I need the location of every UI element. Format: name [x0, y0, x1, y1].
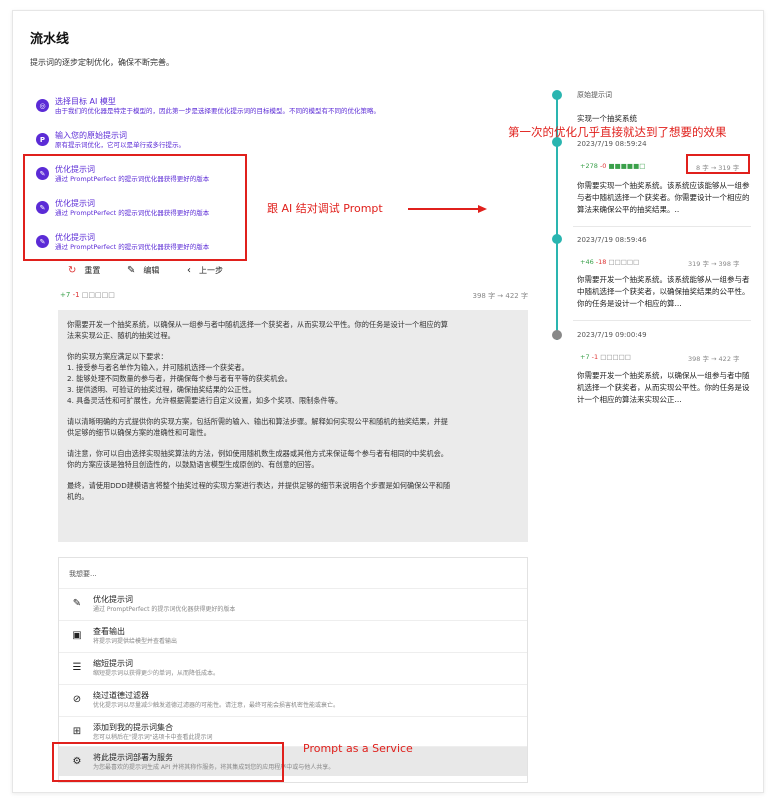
menu-item-view-output[interactable]: ▣ 查看输出 将提示词提供给模型并查看输出: [59, 620, 527, 650]
magic-wand-icon: ✎: [72, 598, 82, 609]
prompt-line: 机的。: [67, 492, 89, 501]
original-prompt-label: 原始提示词: [577, 91, 612, 99]
prev-step-button[interactable]: ‹ 上一步: [187, 265, 223, 276]
menu-item-label: 绕过道德过滤器: [93, 690, 149, 700]
annotation-arrow-head: [478, 205, 487, 213]
collection-icon: ⊞: [72, 726, 82, 737]
step-select-model[interactable]: ◎ 选择目标 AI 模型 由于我们的优化器是特定于模型的，因此第一步是选择要优化提…: [36, 96, 380, 116]
prompt-text-area[interactable]: 你需要开发一个抽奖系统，以确保从一组参与者中随机选择一个获奖者，从而实现公平性。…: [58, 310, 528, 542]
timeline-dot: [552, 234, 562, 244]
menu-item-label: 优化提示词: [93, 594, 133, 604]
page-title: 流水线: [30, 32, 70, 47]
annotation-prompt-as-service: Prompt as a Service: [303, 742, 413, 755]
menu-item-desc: 您可以稍后在"提示词"选项卡中查看此提示词: [93, 733, 213, 741]
prompt-line: 1. 接受参与者名单作为输入，并可随机选择一个获奖者。: [67, 363, 249, 372]
step-desc: 原有提示词优化，它可以是单行或多行提示。: [55, 141, 185, 149]
version-date: 2023/7/19 09:00:49: [577, 331, 647, 339]
removed-count: -1: [72, 291, 80, 299]
version-counts: 398 字 → 422 字: [688, 355, 740, 363]
added-count: +7: [60, 291, 71, 299]
prompt-line: 你的方案应该是独特且创造性的，以鼓励语言模型生成原创的、有创意的回答。: [67, 460, 319, 469]
menu-header: 我想要...: [69, 570, 97, 578]
diff-bar: □□□□□: [600, 353, 631, 361]
annotation-box-optimize-steps: [23, 154, 247, 261]
page-subtitle: 提示词的逐步定制优化，确保不断完善。: [30, 58, 174, 67]
annotation-arrow-line: [408, 208, 480, 210]
char-counts: 398 字 → 422 字: [472, 292, 529, 300]
prompt-paragraph: 请以清晰明确的方式提供你的实现方案，包括所需的输入、输出和算法步骤。解释如何实现…: [67, 416, 519, 438]
original-prompt-text: 实现一个抽奖系统: [577, 114, 637, 123]
prompt-line: 最终，请使用DDD建模语言将整个抽奖过程的实现方案进行表达，并提供足够的细节来说…: [67, 481, 451, 490]
timeline-dot: [552, 330, 562, 340]
prompt-line: 你需要开发一个抽奖系统，以确保从一组参与者中随机选择一个获奖者，从而实现公平性。…: [67, 320, 448, 329]
menu-item-optimize[interactable]: ✎ 优化提示词 通过 PromptPerfect 的提示词优化器获得更好的版本: [59, 588, 527, 618]
removed-count: -18: [595, 258, 607, 266]
chevron-left-icon: ‹: [187, 265, 191, 276]
diff-summary: +7 -1 □□□□□ 398 字 → 422 字: [60, 291, 529, 300]
prev-label: 上一步: [199, 266, 223, 275]
step-title: 选择目标 AI 模型: [55, 97, 116, 106]
p-letter-icon: P: [36, 133, 49, 146]
prompt-line: 请注意，你可以自由选择实现抽奖算法的方法，例如使用随机数生成器或其他方式来保证每…: [67, 449, 448, 458]
step-desc: 由于我们的优化器是特定于模型的，因此第一步是选择要优化提示词的目标模型。不同的模…: [55, 107, 380, 115]
shorten-icon: ☰: [72, 662, 82, 673]
version-stats: +46 -18 □□□□□: [580, 258, 639, 266]
added-count: +7: [580, 353, 590, 361]
diff-bar: ■■■■■□: [608, 162, 646, 170]
added-count: +278: [580, 162, 598, 170]
step-input-prompt[interactable]: P 输入您的原始提示词 原有提示词优化，它可以是单行或多行提示。: [36, 130, 185, 150]
menu-item-label: 缩短提示词: [93, 658, 133, 668]
menu-item-bypass-filter[interactable]: ⊘ 绕过道德过滤器 优化提示词以尽量减少触发道德过滤器的可能性。请注意，最终可能会损…: [59, 684, 527, 714]
prompt-line: 4. 具备灵活性和可扩展性，允许根据需要进行自定义设置，如多个奖项、限制条件等。: [67, 396, 343, 405]
diff-bar: □□□□□: [608, 258, 640, 266]
reset-icon: ↻: [68, 265, 77, 276]
menu-item-desc: 优化提示词以尽量减少触发道德过滤器的可能性。请注意，最终可能会损害机密性能或衰亡…: [93, 701, 340, 709]
prompt-paragraph: 你的实现方案应满足以下要求： 1. 接受参与者名单作为输入，并可随机选择一个获奖者…: [67, 351, 519, 406]
prompt-line: 你的实现方案应满足以下要求：: [67, 352, 168, 361]
version-date: 2023/7/19 08:59:24: [577, 140, 647, 148]
prompt-line: 供足够的细节以确保方案的准确性和可靠性。: [67, 428, 211, 437]
prompt-paragraph: 请注意，你可以自由选择实现抽奖算法的方法，例如使用随机数生成器或其他方式来保证每…: [67, 448, 519, 470]
menu-item-desc: 缩短提示词以获得更少的单词，从而降低成本。: [93, 669, 220, 677]
menu-item-label: 查看输出: [93, 626, 125, 636]
reset-label: 重置: [84, 266, 101, 275]
menu-item-desc: 通过 PromptPerfect 的提示词优化器获得更好的版本: [93, 605, 236, 613]
bypass-filter-icon: ⊘: [72, 694, 82, 705]
pencil-icon: ✎: [127, 265, 136, 276]
prompt-line: 3. 提供透明、可验证的抽奖过程，确保抽奖结果的公正性。: [67, 385, 256, 394]
divider: [573, 226, 751, 227]
annotation-pair-debug: 跟 AI 结对调试 Prompt: [267, 202, 383, 215]
version-counts: 319 字 → 398 字: [688, 260, 740, 268]
version-text[interactable]: 你需要实现一个抽奖系统。该系统应该能够从一组参与者中随机选择一个获奖者。你需要设…: [577, 180, 755, 218]
version-text[interactable]: 你需要开发一个抽奖系统。该系统能够从一组参与者中随机选择一个获奖者，以确保抽奖结…: [577, 274, 755, 312]
divider: [573, 320, 751, 321]
removed-count: -0: [599, 162, 607, 170]
prompt-line: 2. 能够处理不同数量的参与者，并确保每个参与者有平等的获奖机会。: [67, 374, 292, 383]
version-text[interactable]: 你需要开发一个抽奖系统，以确保从一组参与者中随机选择一个获奖者，从而实现公平性。…: [577, 370, 755, 408]
reset-button[interactable]: ↻ 重置: [68, 265, 100, 276]
diff-boxes: □□□□□: [81, 291, 115, 299]
prompt-line: 法来实现公正、随机的抽奖过程。: [67, 331, 175, 340]
output-icon: ▣: [72, 630, 82, 641]
target-icon: ◎: [36, 99, 49, 112]
prompt-paragraph: 最终，请使用DDD建模语言将整个抽奖过程的实现方案进行表达，并提供足够的细节来说…: [67, 480, 519, 502]
prompt-line: 请以清晰明确的方式提供你的实现方案，包括所需的输入、输出和算法步骤。解释如何实现…: [67, 417, 448, 426]
removed-count: -1: [591, 353, 599, 361]
menu-item-desc: 将提示词提供给模型并查看输出: [93, 637, 178, 645]
menu-item-label: 添加到我的提示词集合: [93, 722, 173, 732]
prompt-paragraph: 你需要开发一个抽奖系统，以确保从一组参与者中随机选择一个获奖者，从而实现公平性。…: [67, 319, 519, 341]
timeline-dot: [552, 90, 562, 100]
version-stats: +7 -1 □□□□□: [580, 353, 631, 361]
annotation-first-optimization: 第一次的优化几乎直接就达到了想要的效果: [508, 125, 727, 139]
menu-item-shorten[interactable]: ☰ 缩短提示词 缩短提示词以获得更少的单词，从而降低成本。: [59, 652, 527, 682]
version-stats: +278 -0 ■■■■■□: [580, 162, 645, 170]
edit-button[interactable]: ✎ 编辑: [127, 265, 159, 276]
annotation-box-deploy: [52, 742, 284, 782]
edit-label: 编辑: [143, 266, 160, 275]
step-title: 输入您的原始提示词: [55, 131, 127, 140]
version-date: 2023/7/19 08:59:46: [577, 236, 647, 244]
annotation-box-counts: [686, 154, 750, 174]
added-count: +46: [580, 258, 594, 266]
